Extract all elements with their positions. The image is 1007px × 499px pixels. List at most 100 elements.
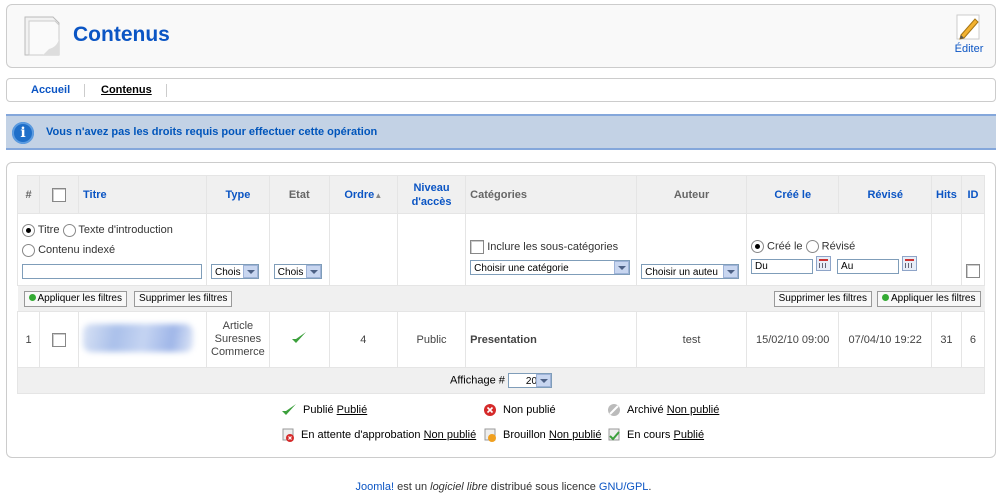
row-hits: 31 — [930, 311, 962, 368]
current-icon — [608, 428, 620, 441]
type-select-value: Chois — [215, 267, 241, 278]
radio-revise[interactable] — [805, 240, 819, 253]
row-type-line2: Suresnes — [214, 333, 262, 345]
col-cree[interactable]: Créé le — [745, 175, 840, 214]
edit-label: Éditer — [954, 43, 984, 55]
col-ordre-label: Ordre — [344, 188, 375, 201]
category-select-value: Choisir une catégorie — [474, 263, 569, 274]
footer: Joomla! est un logiciel libre distribué … — [0, 481, 1007, 493]
info-icon: i — [12, 122, 34, 144]
calendar-icon[interactable] — [902, 256, 918, 271]
row-type-line3: Commerce — [211, 346, 265, 358]
etat-select[interactable]: Chois — [273, 264, 322, 279]
content-list-panel: # Titre Type Etat Ordre▲ Niveau d'accès C… — [6, 162, 996, 458]
sort-asc-icon: ▲ — [374, 190, 383, 200]
col-niveau[interactable]: Niveau d'accès — [396, 175, 467, 214]
footer-text-1: est un — [394, 481, 431, 493]
col-categories: Catégories — [465, 175, 638, 214]
date-to-input[interactable]: Au — [837, 259, 900, 274]
include-subcategories-checkbox[interactable] — [470, 240, 485, 254]
apply-filters-button-left[interactable]: Appliquer les filtres — [23, 290, 127, 307]
radio-cree[interactable] — [750, 240, 764, 253]
legend-en-cours-link[interactable]: Publié — [673, 429, 704, 441]
legend-en-cours: En cours Publié — [607, 428, 704, 442]
col-ordre[interactable]: Ordre▲ — [328, 175, 398, 214]
remove-filters-button-left[interactable]: Supprimer les filtres — [134, 290, 233, 307]
legend-non-publie-label: Non publié — [503, 403, 556, 416]
legend-archive-link[interactable]: Non publié — [667, 404, 720, 416]
legend-attente-label: En attente d'approbation — [301, 428, 421, 441]
blurred-title[interactable] — [83, 324, 193, 352]
legend-non-publie: Non publié — [483, 403, 556, 417]
toolbar-header: Contenus Éditer — [6, 4, 996, 68]
articles-table: # Titre Type Etat Ordre▲ Niveau d'accès C… — [17, 175, 986, 394]
filter-id-checkbox[interactable] — [965, 264, 980, 278]
submenu-item-accueil[interactable]: Accueil — [17, 84, 86, 97]
search-input[interactable] — [22, 264, 202, 279]
row-num: 1 — [17, 311, 40, 368]
article-page-icon — [24, 16, 60, 56]
legend-attente-link[interactable]: Non publié — [424, 429, 477, 441]
row-type-line1: Article — [222, 320, 254, 332]
date-from-input[interactable]: Du — [750, 259, 813, 274]
legend-brouillon-link[interactable]: Non publié — [549, 429, 602, 441]
apply-filters-button-right[interactable]: Appliquer les filtres — [877, 290, 981, 307]
pencil-icon — [956, 14, 980, 40]
archived-icon — [608, 404, 620, 416]
legend-publie-link[interactable]: Publié — [337, 404, 368, 416]
footer-libre: logiciel libre — [430, 481, 488, 493]
legend-brouillon-label: Brouillon — [503, 428, 546, 441]
radio-intro-label: Texte d'introduction — [78, 224, 173, 236]
col-revise[interactable]: Révisé — [838, 175, 932, 214]
joomla-link[interactable]: Joomla! — [356, 481, 395, 493]
etat-select-value: Chois — [277, 267, 304, 278]
pagination: Affichage # 20 — [17, 367, 985, 394]
submenu: Accueil Contenus — [6, 78, 996, 102]
author-select[interactable]: Choisir un auteu — [641, 264, 740, 279]
page-limit-select[interactable]: 20 — [507, 373, 552, 388]
radio-contenu-label: Contenu indexé — [38, 244, 116, 256]
apply-filters-label: Appliquer les filtres — [891, 292, 976, 304]
pager-label: Affichage # — [450, 374, 505, 387]
legend-en-cours-label: En cours — [627, 428, 671, 441]
row-id: 6 — [960, 311, 986, 368]
edit-button[interactable]: Éditer — [953, 13, 985, 55]
row-revise: 07/04/10 19:22 — [838, 311, 932, 368]
row-checkbox[interactable] — [52, 332, 66, 347]
chevron-down-icon — [305, 265, 321, 278]
apply-filters-label: Appliquer les filtres — [37, 292, 122, 304]
footer-text-2: distribué sous licence — [487, 481, 599, 493]
permission-notice: i Vous n'avez pas les droits requis pour… — [6, 114, 996, 150]
legend-attente: En attente d'approbation Non publié — [281, 428, 476, 442]
gpl-link[interactable]: GNU/GPL — [599, 481, 649, 493]
row-categorie: Presentation — [465, 311, 638, 368]
row-cree: 15/02/10 09:00 — [745, 311, 840, 368]
radio-titre[interactable] — [22, 223, 35, 237]
chevron-down-icon — [614, 261, 630, 274]
legend-brouillon: Brouillon Non publié — [483, 428, 601, 442]
col-select-all — [39, 175, 79, 214]
radio-contenu[interactable] — [22, 243, 35, 257]
plus-icon — [28, 294, 36, 302]
col-hits[interactable]: Hits — [930, 175, 962, 214]
author-select-value: Choisir un auteu — [645, 267, 718, 278]
radio-titre-label: Titre — [37, 224, 60, 236]
row-auteur: test — [636, 311, 747, 368]
remove-filters-button-right[interactable]: Supprimer les filtres — [773, 290, 872, 307]
col-type[interactable]: Type — [206, 175, 270, 214]
category-select[interactable]: Choisir une catégorie — [470, 260, 631, 275]
col-titre[interactable]: Titre — [78, 175, 207, 214]
pending-icon — [282, 428, 294, 442]
draft-icon — [484, 428, 496, 442]
published-check-icon[interactable] — [291, 331, 307, 345]
col-niveau-line1: Niveau — [413, 181, 450, 194]
legend-archive-label: Archivé — [627, 403, 664, 416]
type-select[interactable]: Chois — [211, 264, 259, 279]
row-niveau[interactable]: Public — [396, 311, 467, 368]
notice-message: Vous n'avez pas les droits requis pour e… — [46, 126, 378, 138]
submenu-item-contenus[interactable]: Contenus — [87, 84, 167, 97]
calendar-icon[interactable] — [815, 256, 831, 271]
radio-intro[interactable] — [62, 223, 76, 237]
col-id[interactable]: ID — [960, 175, 986, 214]
select-all-checkbox[interactable] — [52, 187, 66, 202]
